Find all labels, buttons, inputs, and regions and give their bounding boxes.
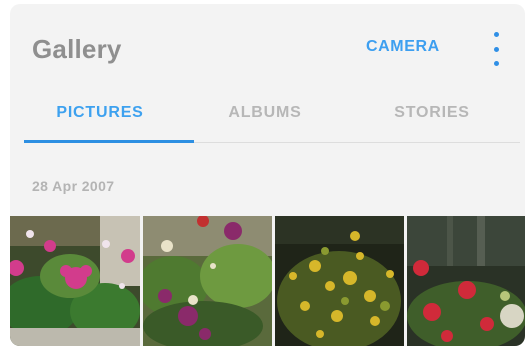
dot <box>493 61 499 66</box>
photo-thumbnail-purple-flowers[interactable] <box>143 216 272 346</box>
photo-grid <box>10 216 525 346</box>
app-title: Gallery <box>32 34 122 64</box>
dot <box>493 46 499 52</box>
tab-albums[interactable]: ALBUMS <box>180 104 350 122</box>
date-section-header: 28 Apr 2007 <box>32 178 115 194</box>
dot <box>493 32 499 37</box>
app-bar: Gallery CAMERA <box>10 4 525 94</box>
camera-button[interactable]: CAMERA <box>366 38 440 56</box>
active-tab-indicator <box>24 140 194 143</box>
tab-bar: PICTURES ALBUMS STORIES <box>10 94 525 146</box>
photo-thumbnail-yellow-shrub[interactable] <box>275 216 404 346</box>
photo-thumbnail-pink-flowers[interactable] <box>10 216 140 346</box>
gallery-app-screen: Gallery CAMERA PICTURES ALBUMS STORIES 2… <box>10 4 525 346</box>
tab-pictures[interactable]: PICTURES <box>15 104 185 122</box>
tab-stories[interactable]: STORIES <box>347 104 517 122</box>
photo-thumbnail-red-flowers[interactable] <box>407 216 525 346</box>
more-options-icon[interactable] <box>490 32 502 66</box>
